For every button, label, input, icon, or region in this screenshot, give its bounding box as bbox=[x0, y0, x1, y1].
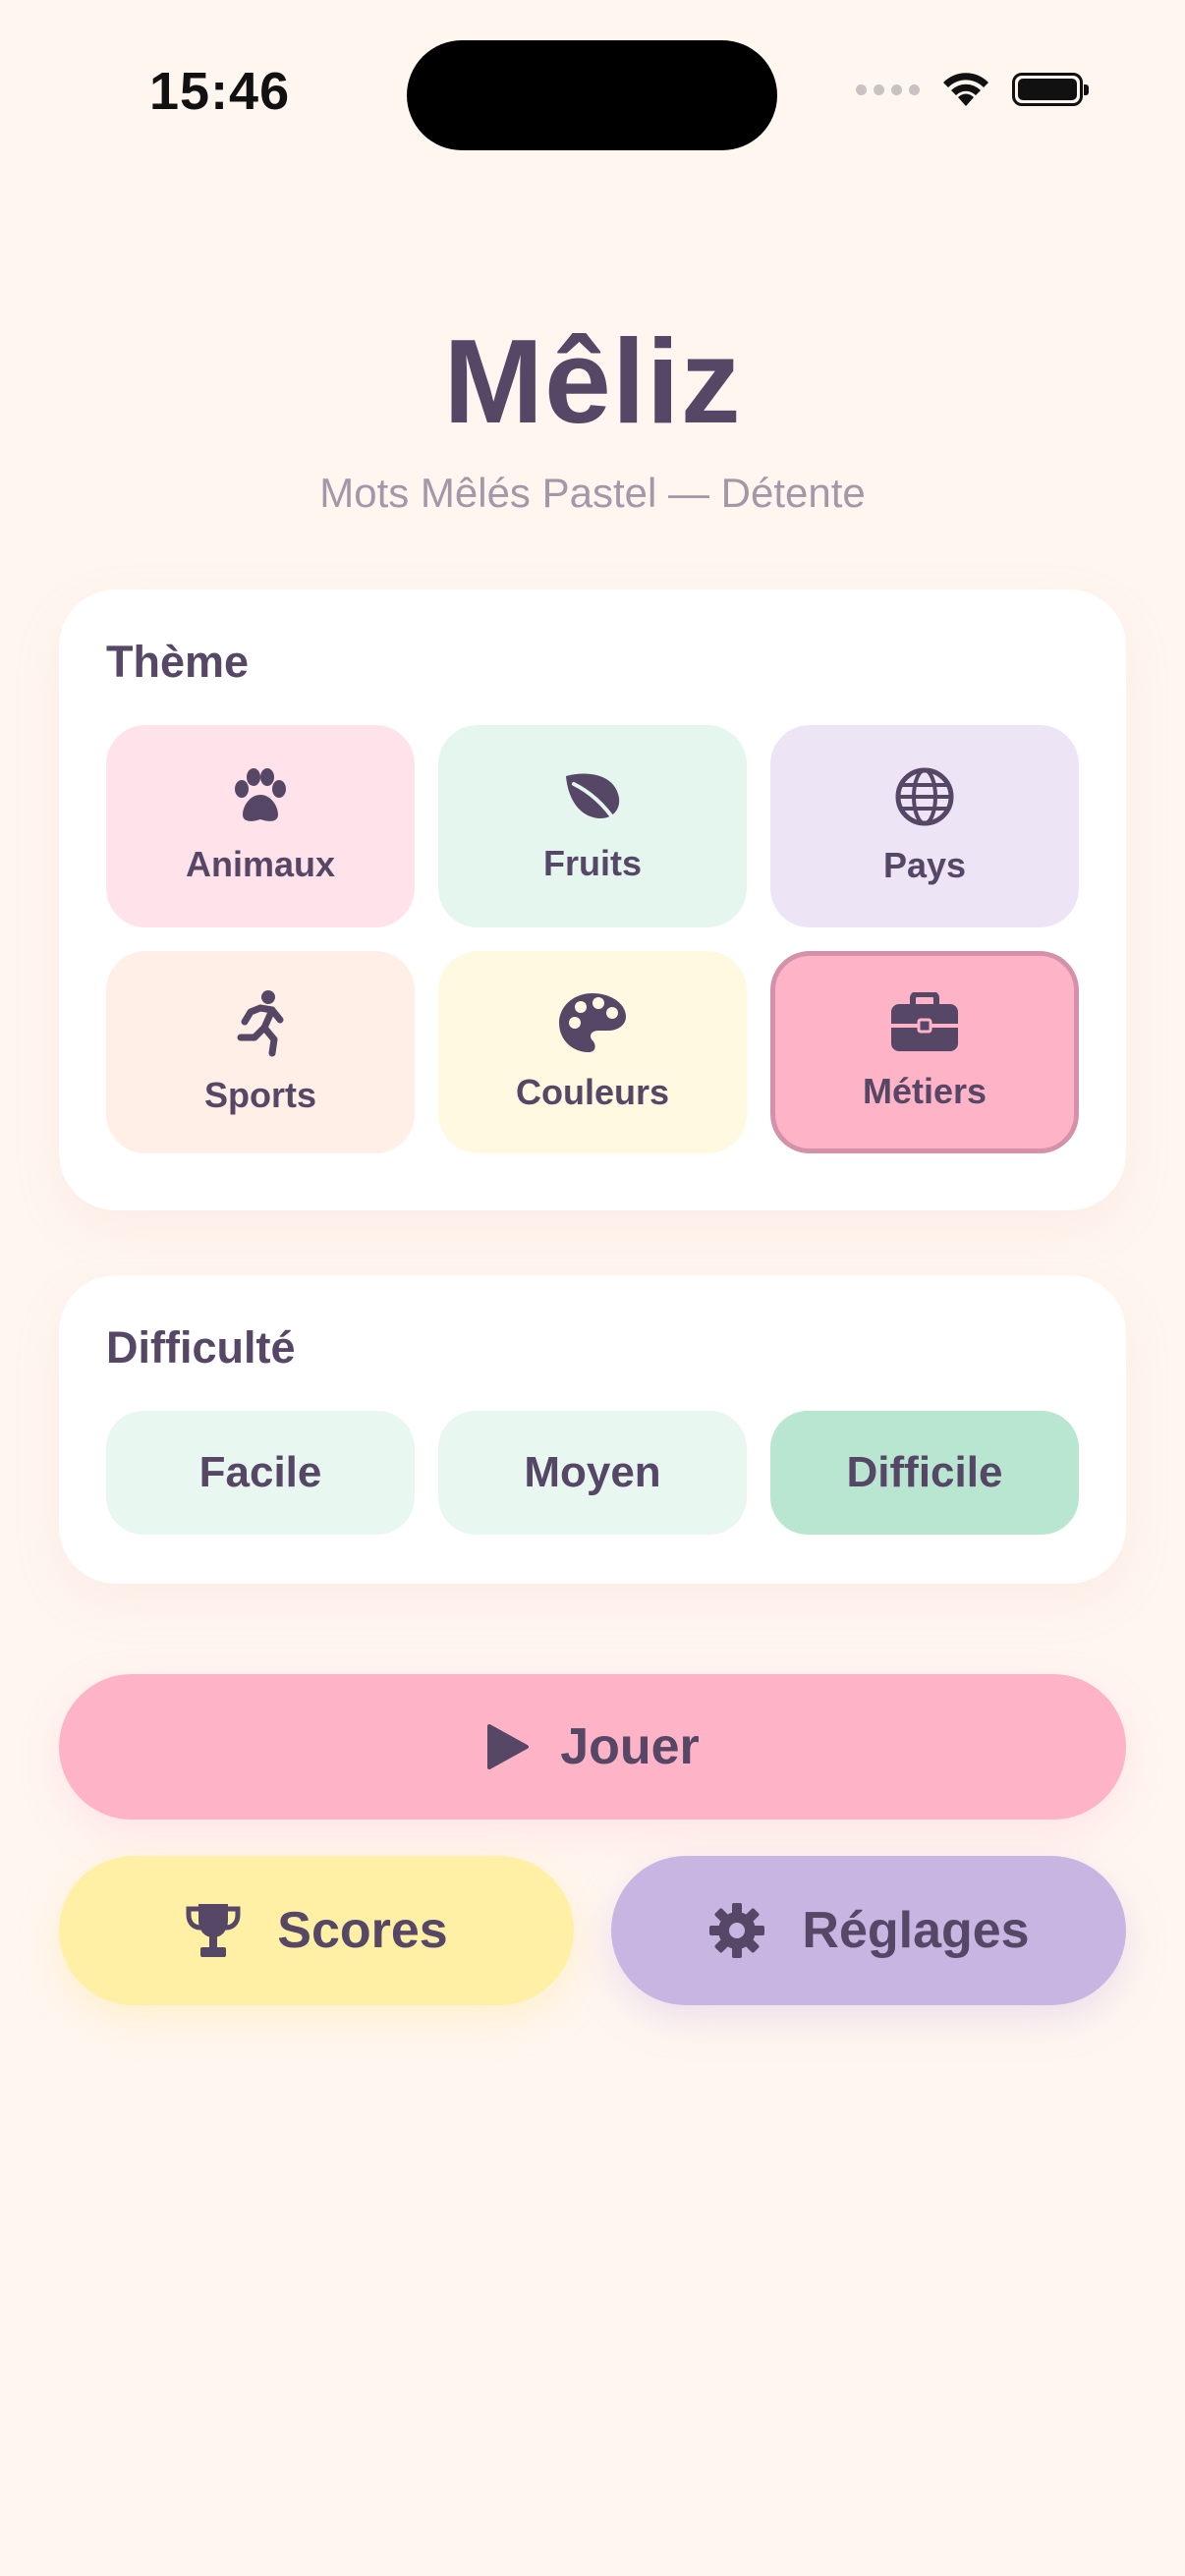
difficulty-card: Difficulté Facile Moyen Difficile bbox=[59, 1275, 1126, 1584]
trophy-icon bbox=[185, 1900, 242, 1961]
theme-label: Couleurs bbox=[515, 1072, 670, 1112]
globe-icon bbox=[894, 766, 955, 827]
theme-tile-couleurs[interactable]: Couleurs bbox=[438, 951, 747, 1153]
dynamic-island bbox=[407, 40, 777, 150]
play-label: Jouer bbox=[560, 1718, 700, 1775]
difficulty-title: Difficulté bbox=[106, 1322, 296, 1372]
battery-icon bbox=[1012, 73, 1089, 106]
theme-grid: Animaux Fruits Pays Sports Couleurs Méti… bbox=[106, 725, 1079, 1153]
leaf-icon bbox=[560, 768, 625, 825]
briefcase-icon bbox=[889, 992, 960, 1053]
theme-tile-metiers[interactable]: Métiers bbox=[770, 951, 1079, 1153]
theme-tile-pays[interactable]: Pays bbox=[770, 725, 1079, 927]
app-title: Mêliz bbox=[443, 314, 742, 448]
theme-title: Thème bbox=[106, 637, 250, 687]
theme-card: Thème Animaux Fruits Pays Sports Couleur… bbox=[59, 589, 1126, 1210]
theme-tile-fruits[interactable]: Fruits bbox=[438, 725, 747, 927]
play-button[interactable]: Jouer bbox=[59, 1674, 1126, 1820]
play-icon bbox=[485, 1722, 531, 1771]
settings-label: Réglages bbox=[802, 1902, 1030, 1959]
cellular-signal-icon bbox=[856, 84, 920, 95]
paw-icon bbox=[228, 767, 293, 826]
gear-icon bbox=[707, 1901, 766, 1960]
difficulty-moyen-button[interactable]: Moyen bbox=[438, 1411, 747, 1535]
difficulty-options: Facile Moyen Difficile bbox=[106, 1411, 1079, 1535]
theme-label: Animaux bbox=[185, 844, 336, 884]
difficulty-difficile-button[interactable]: Difficile bbox=[770, 1411, 1079, 1535]
theme-label: Métiers bbox=[862, 1071, 988, 1111]
app-subtitle: Mots Mêlés Pastel — Détente bbox=[319, 470, 866, 516]
scores-label: Scores bbox=[277, 1902, 448, 1959]
theme-tile-sports[interactable]: Sports bbox=[106, 951, 415, 1153]
theme-label: Fruits bbox=[542, 843, 642, 883]
theme-tile-animaux[interactable]: Animaux bbox=[106, 725, 415, 927]
wifi-icon bbox=[941, 71, 990, 108]
status-indicators bbox=[856, 71, 1089, 108]
palette-icon bbox=[557, 991, 628, 1054]
running-icon bbox=[231, 988, 290, 1057]
status-time: 15:46 bbox=[149, 62, 291, 121]
theme-label: Sports bbox=[203, 1075, 316, 1115]
theme-label: Pays bbox=[882, 845, 967, 885]
settings-button[interactable]: Réglages bbox=[611, 1856, 1126, 2005]
difficulty-facile-button[interactable]: Facile bbox=[106, 1411, 415, 1535]
scores-button[interactable]: Scores bbox=[59, 1856, 574, 2005]
